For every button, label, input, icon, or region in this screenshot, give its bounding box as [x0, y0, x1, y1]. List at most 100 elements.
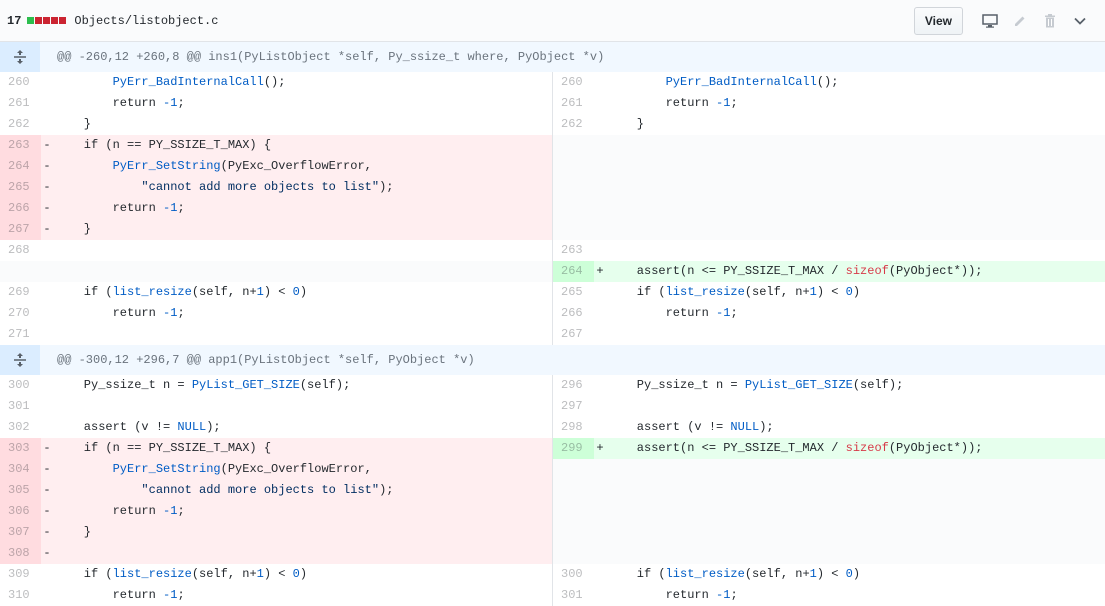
diff-marker [41, 564, 53, 585]
code-line: PyErr_BadInternalCall(); [112, 75, 286, 89]
line-number[interactable]: 269 [0, 282, 41, 303]
code-line: return -1; [608, 96, 738, 110]
diff-marker: - [43, 222, 51, 236]
right-cell: 297 [552, 396, 1105, 417]
line-number[interactable]: 263 [553, 240, 594, 261]
line-number[interactable]: 309 [0, 564, 41, 585]
line-number[interactable]: 304 [0, 459, 41, 480]
line-number[interactable]: 296 [553, 375, 594, 396]
diff-marker [41, 396, 53, 417]
line-number[interactable]: 310 [0, 585, 41, 606]
code-line: PyErr_BadInternalCall(); [665, 75, 839, 89]
right-cell: 267 [552, 324, 1105, 345]
diffstat-block [51, 17, 59, 24]
code-line: if (list_resize(self, n+1) < 0) [608, 285, 861, 299]
diff-row: 301 297 [0, 396, 1105, 417]
line-number[interactable]: 306 [0, 501, 41, 522]
line-number[interactable]: 300 [553, 564, 594, 585]
line-number[interactable]: 302 [0, 417, 41, 438]
code-line: if (n == PY_SSIZE_T_MAX) { [55, 441, 272, 455]
line-number[interactable]: 301 [553, 585, 594, 606]
pencil-icon[interactable] [1005, 8, 1035, 34]
line-number[interactable]: 261 [553, 93, 594, 114]
line-number[interactable]: 308 [0, 543, 41, 564]
line-number[interactable]: 271 [0, 324, 41, 345]
line-number[interactable]: 299 [553, 438, 594, 459]
left-cell: 266- return -1; [0, 198, 552, 219]
file-path[interactable]: Objects/listobject.c [74, 14, 218, 28]
right-cell [552, 522, 1105, 543]
diff-marker [594, 522, 606, 543]
diff-row: 308- [0, 543, 1105, 564]
line-number[interactable]: 300 [0, 375, 41, 396]
line-number[interactable]: 262 [553, 114, 594, 135]
line-number[interactable]: 307 [0, 522, 41, 543]
line-number[interactable]: 298 [553, 417, 594, 438]
diff-marker [41, 114, 53, 135]
diff-row: 300 Py_ssize_t n = PyList_GET_SIZE(self)… [0, 375, 1105, 396]
line-number[interactable]: 260 [553, 72, 594, 93]
line-number[interactable]: 266 [553, 303, 594, 324]
line-number [0, 261, 41, 282]
diff-row: 302 assert (v != NULL); 298 assert (v != … [0, 417, 1105, 438]
diff-marker [41, 282, 53, 303]
chevron-down-icon[interactable] [1065, 8, 1095, 34]
line-number[interactable]: 301 [0, 396, 41, 417]
code-line: PyErr_SetString(PyExc_OverflowError, [112, 462, 372, 476]
diff-row: 260 PyErr_BadInternalCall(); 260 PyErr_Ba… [0, 72, 1105, 93]
line-number [553, 156, 594, 177]
diffstat-block [43, 17, 51, 24]
expand-icon[interactable] [0, 42, 40, 72]
diff-marker [594, 93, 606, 114]
change-count: 17 [7, 13, 22, 28]
line-number[interactable]: 267 [553, 324, 594, 345]
desktop-icon[interactable] [975, 8, 1005, 34]
code-line: if (list_resize(self, n+1) < 0) [55, 567, 308, 581]
diff-marker: - [43, 159, 51, 173]
line-number[interactable]: 268 [0, 240, 41, 261]
line-number[interactable]: 264 [0, 156, 41, 177]
diff-row: 264- PyErr_SetString(PyExc_OverflowError… [0, 156, 1105, 177]
left-cell: 262 } [0, 114, 552, 135]
view-button[interactable]: View [913, 6, 963, 35]
line-number[interactable]: 263 [0, 135, 41, 156]
diff-row: 263- if (n == PY_SSIZE_T_MAX) { [0, 135, 1105, 156]
diff-row: 271 267 [0, 324, 1105, 345]
right-cell: 265 if (list_resize(self, n+1) < 0) [552, 282, 1105, 303]
diff-row: 306- return -1; [0, 501, 1105, 522]
code-line: if (list_resize(self, n+1) < 0) [55, 285, 308, 299]
line-number [553, 501, 594, 522]
left-cell: 270 return -1; [0, 303, 552, 324]
left-cell: 263- if (n == PY_SSIZE_T_MAX) { [0, 135, 552, 156]
line-number[interactable]: 265 [553, 282, 594, 303]
line-number [553, 459, 594, 480]
line-number[interactable]: 297 [553, 396, 594, 417]
diff-marker [594, 135, 606, 156]
diff-marker [594, 282, 606, 303]
hunk-header: @@ -260,12 +260,8 @@ ins1(PyListObject *… [0, 42, 1105, 72]
diff-marker: - [43, 441, 51, 455]
expand-icon[interactable] [0, 345, 40, 375]
line-number[interactable]: 267 [0, 219, 41, 240]
trash-icon[interactable] [1035, 8, 1065, 34]
diff-marker [41, 375, 53, 396]
line-number[interactable]: 265 [0, 177, 41, 198]
line-number[interactable]: 266 [0, 198, 41, 219]
line-number[interactable]: 262 [0, 114, 41, 135]
code-line: assert(n <= PY_SSIZE_T_MAX / sizeof(PyOb… [608, 441, 983, 455]
diff-row: 267- } [0, 219, 1105, 240]
line-number[interactable]: 261 [0, 93, 41, 114]
line-number[interactable]: 264 [553, 261, 594, 282]
line-number [553, 480, 594, 501]
diff-marker: - [43, 483, 51, 497]
diff-marker [594, 156, 606, 177]
line-number[interactable]: 305 [0, 480, 41, 501]
line-number[interactable]: 270 [0, 303, 41, 324]
diff-marker: + [596, 441, 604, 455]
left-cell: 261 return -1; [0, 93, 552, 114]
line-number[interactable]: 303 [0, 438, 41, 459]
line-number[interactable]: 260 [0, 72, 41, 93]
